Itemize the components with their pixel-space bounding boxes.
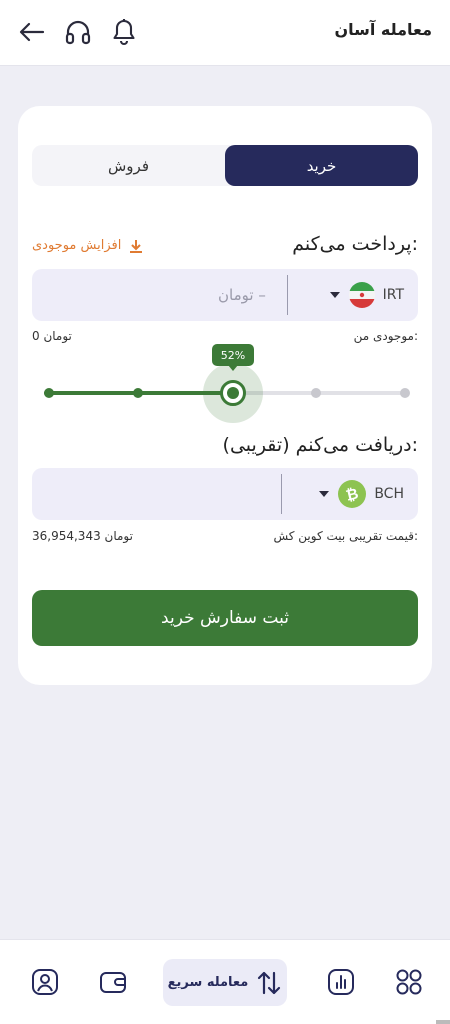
- profile-icon[interactable]: [28, 965, 62, 999]
- slider-step-0[interactable]: [44, 388, 54, 398]
- iran-flag-icon: [348, 282, 375, 308]
- trade-card: فروش خرید پرداخت می‌کنم: افزایش موجودی I…: [18, 106, 432, 685]
- field-divider: [287, 275, 288, 315]
- slider-percent-bubble: 52%: [212, 344, 254, 371]
- home-indicator: [436, 1020, 450, 1024]
- quick-trade-button[interactable]: معامله سریع: [163, 959, 287, 1006]
- chevron-down-icon: [319, 491, 330, 497]
- pay-amount-field[interactable]: IRT – تومان: [32, 269, 418, 321]
- chevron-down-icon: [329, 292, 340, 298]
- bottom-nav: معامله سریع: [0, 939, 450, 1024]
- slider-knob[interactable]: [220, 380, 246, 406]
- balance-label: موجودی من:: [353, 329, 418, 343]
- receive-section-title: دریافت می‌کنم (تقریبی):: [222, 434, 418, 456]
- headset-icon[interactable]: [62, 16, 94, 48]
- quick-trade-label: معامله سریع: [167, 975, 249, 990]
- slider-step-100[interactable]: [400, 388, 410, 398]
- amount-slider[interactable]: 52%: [44, 344, 410, 444]
- tab-sell[interactable]: فروش: [32, 145, 225, 186]
- balance-value: 0 تومان: [32, 329, 72, 343]
- price-label: قیمت تقریبی بیت کوین کش:: [273, 529, 418, 543]
- receive-amount-field[interactable]: ₿ BCH: [32, 468, 418, 520]
- market-chart-icon[interactable]: [324, 965, 358, 999]
- submit-buy-order-button[interactable]: ثبت سفارش خرید: [32, 590, 418, 646]
- add-funds-link[interactable]: افزایش موجودی: [32, 238, 143, 253]
- field-divider: [281, 474, 282, 514]
- receive-currency-select[interactable]: ₿ BCH: [318, 468, 404, 520]
- dashboard-grid-icon[interactable]: [392, 965, 426, 999]
- receive-currency-code: BCH: [374, 486, 404, 502]
- slider-step-75[interactable]: [311, 388, 321, 398]
- wallet-icon[interactable]: [96, 965, 130, 999]
- download-icon: [130, 239, 143, 253]
- back-arrow-icon[interactable]: [16, 16, 48, 48]
- tab-buy[interactable]: خرید: [225, 145, 418, 186]
- bitcoin-cash-icon: ₿: [338, 480, 367, 508]
- slider-step-25[interactable]: [133, 388, 143, 398]
- pay-section-title: پرداخت می‌کنم:: [292, 233, 418, 255]
- add-funds-label: افزایش موجودی: [32, 238, 122, 253]
- page-title: معامله آسان: [334, 20, 432, 39]
- pay-currency-code: IRT: [382, 287, 404, 303]
- pay-currency-select[interactable]: IRT: [329, 269, 404, 321]
- price-value: 36,954,343 تومان: [32, 529, 133, 543]
- trade-type-tabs: فروش خرید: [32, 145, 418, 186]
- pay-amount-input[interactable]: – تومان: [218, 269, 266, 321]
- bell-icon[interactable]: [108, 16, 140, 48]
- top-bar: معامله آسان: [0, 0, 450, 66]
- swap-arrows-icon: [258, 971, 281, 994]
